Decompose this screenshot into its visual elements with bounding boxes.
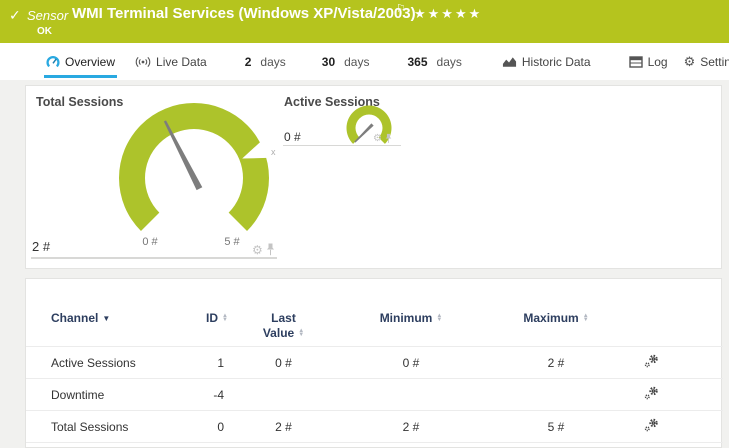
tab-historic-data[interactable]: Historic Data (500, 43, 593, 80)
channels-table: Channel▼ ID▲▼ Last Value▲▼ Minimum▲▼ Max… (26, 279, 723, 443)
sensor-status-text: OK (37, 26, 52, 37)
gauge-pin-icon[interactable] (385, 133, 392, 144)
channel-last-value: 0 # (236, 347, 331, 379)
tab-live-data[interactable]: Live Data (133, 43, 209, 80)
channel-last-value: 2 # (236, 411, 331, 443)
gauge-settings-gear-icon[interactable]: ⚙ (252, 244, 263, 256)
channel-name: Downtime (26, 379, 186, 411)
tab-bar: Overview Live Data 2days 30days 365days … (0, 43, 729, 80)
gauge-needle (354, 123, 374, 143)
sort-caret-icon: ▼ (102, 314, 110, 323)
channel-minimum: 0 # (331, 347, 491, 379)
edit-channel-gears-icon[interactable] (644, 354, 659, 371)
sort-icon: ▲▼ (222, 314, 228, 323)
tab-settings[interactable]: ⚙ Settings (682, 43, 729, 80)
active-sessions-gauge (342, 101, 396, 155)
gauge-arc (119, 103, 269, 231)
column-header-edit (621, 279, 681, 347)
tab-365-days-unit: days (437, 55, 462, 69)
edit-channel-gears-icon[interactable] (644, 418, 659, 435)
priority-stars[interactable]: ★★★★★ (414, 6, 482, 22)
gear-icon: ⚙ (684, 55, 696, 68)
tab-30-days[interactable]: 30 days (320, 43, 372, 80)
live-signal-icon (135, 56, 151, 68)
tab-30-days-unit: days (344, 55, 369, 69)
column-header-channel[interactable]: Channel▼ (26, 279, 186, 347)
channel-maximum: 5 # (491, 411, 621, 443)
tab-365-days-number: 365 (407, 55, 427, 69)
tab-historic-data-label: Historic Data (522, 55, 591, 69)
total-gauge-toolbar: ⚙ (252, 243, 275, 256)
table-row-downtime: Downtime -4 (26, 379, 723, 411)
channel-name: Active Sessions (26, 347, 186, 379)
tab-log[interactable]: Log (627, 43, 670, 80)
gauge-baseline (283, 145, 401, 146)
status-ok-check-icon: ✓ (9, 7, 21, 24)
gauge-pin-icon[interactable] (266, 243, 275, 256)
column-header-minimum[interactable]: Minimum▲▼ (331, 279, 491, 347)
column-header-last-value[interactable]: Last Value▲▼ (236, 279, 331, 347)
active-gauge-toolbar: ⚙ (373, 133, 392, 144)
gauge-scale-max-label: 5 # (212, 236, 252, 248)
flag-icon[interactable]: ⚐ (396, 2, 406, 15)
gauge-settings-gear-icon[interactable]: ⚙ (373, 134, 382, 144)
tab-live-data-label: Live Data (156, 55, 207, 69)
channel-maximum: 2 # (491, 347, 621, 379)
total-sessions-current-value: 2 # (32, 239, 50, 254)
sensor-status-bar: ✓ Sensor WMI Terminal Services (Windows … (0, 0, 729, 43)
channel-minimum: 2 # (331, 411, 491, 443)
sort-icon: ▲▼ (436, 314, 442, 323)
tab-30-days-number: 30 (322, 55, 335, 69)
column-header-id[interactable]: ID▲▼ (186, 279, 236, 347)
overview-gauges-panel: Total Sessions x 0 # 5 # 2 # ⚙ Active Se… (25, 85, 722, 269)
active-sessions-current-value: 0 # (284, 130, 301, 144)
gauge-baseline (31, 257, 277, 259)
gauge-limit-marker: x (271, 147, 276, 157)
channel-id: 0 (186, 411, 236, 443)
channel-id: -4 (186, 379, 236, 411)
tab-overview-label: Overview (65, 55, 115, 69)
sort-icon: ▲▼ (583, 314, 589, 323)
log-list-icon (629, 56, 643, 68)
table-row-active-sessions: Active Sessions 1 0 # 0 # 2 # (26, 347, 723, 379)
tab-365-days[interactable]: 365 days (405, 43, 463, 80)
table-header-row: Channel▼ ID▲▼ Last Value▲▼ Minimum▲▼ Max… (26, 279, 723, 347)
tab-settings-label: Settings (700, 55, 729, 69)
channels-table-panel: Channel▼ ID▲▼ Last Value▲▼ Minimum▲▼ Max… (25, 278, 722, 448)
channel-name: Total Sessions (26, 411, 186, 443)
tab-2-days[interactable]: 2 days (243, 43, 288, 80)
tab-2-days-unit: days (260, 55, 285, 69)
sensor-title: WMI Terminal Services (Windows XP/Vista/… (72, 5, 416, 22)
tab-2-days-number: 2 (245, 55, 252, 69)
table-row-total-sessions: Total Sessions 0 2 # 2 # 5 # (26, 411, 723, 443)
sort-icon: ▲▼ (298, 329, 304, 338)
channel-minimum (331, 379, 491, 411)
edit-channel-gears-icon[interactable] (644, 386, 659, 403)
gauge-scale-min-label: 0 # (130, 236, 170, 248)
column-header-spacer (681, 279, 723, 347)
channel-last-value (236, 379, 331, 411)
tab-overview[interactable]: Overview (44, 43, 117, 80)
area-chart-icon (502, 56, 517, 68)
tab-log-label: Log (648, 55, 668, 69)
gauge-icon (46, 55, 60, 69)
column-header-maximum[interactable]: Maximum▲▼ (491, 279, 621, 347)
channel-maximum (491, 379, 621, 411)
channel-id: 1 (186, 347, 236, 379)
object-kind-label: Sensor (27, 8, 68, 23)
